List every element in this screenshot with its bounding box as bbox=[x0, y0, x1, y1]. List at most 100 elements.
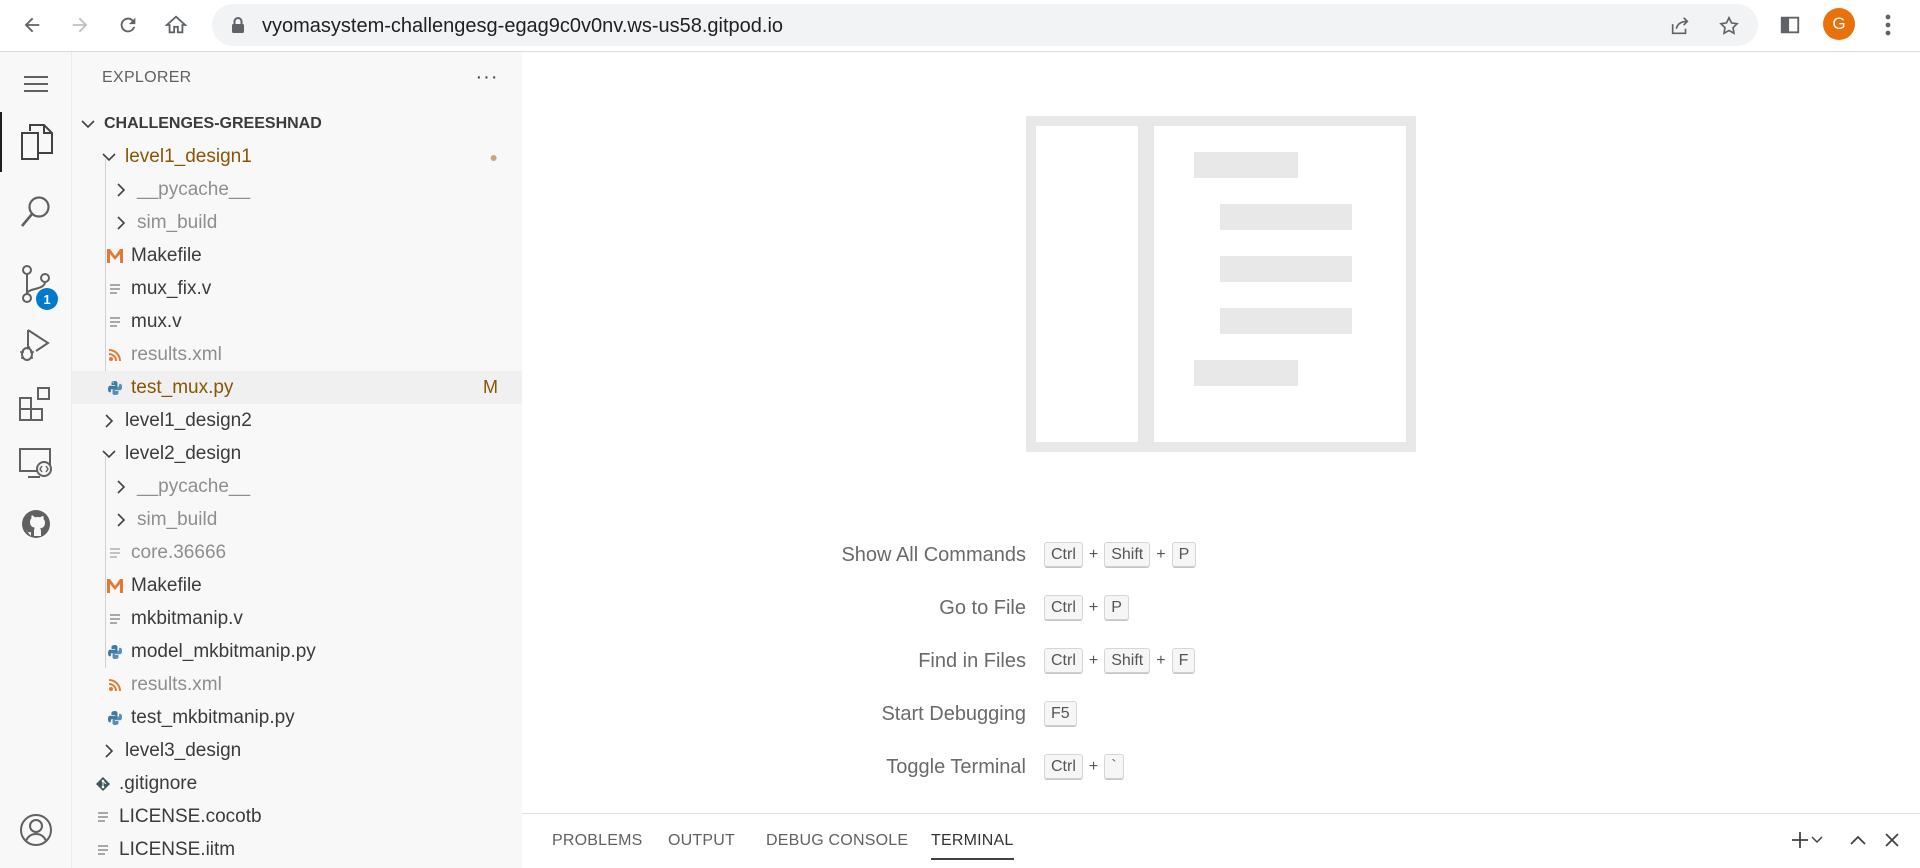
search-icon[interactable] bbox=[0, 182, 72, 242]
side-panel-icon[interactable] bbox=[1774, 10, 1806, 40]
text-file-icon bbox=[105, 279, 125, 299]
keycap: ` bbox=[1104, 754, 1124, 780]
extensions-icon[interactable] bbox=[0, 374, 72, 434]
run-debug-icon[interactable] bbox=[0, 314, 72, 374]
chevron-right-icon bbox=[111, 477, 131, 497]
tree-file-mux-fix-v[interactable]: mux_fix.v bbox=[72, 272, 522, 305]
tree-folder-sim-build[interactable]: sim_build bbox=[72, 206, 522, 239]
makefile-icon bbox=[105, 246, 125, 266]
explorer-icon[interactable] bbox=[0, 112, 72, 172]
source-control-badge: 1 bbox=[36, 288, 58, 310]
python-icon bbox=[105, 642, 125, 662]
hint-show-all-commands: Show All Commands Ctrl + Shift + P bbox=[722, 540, 1822, 570]
tree-file-makefile[interactable]: Makefile bbox=[72, 239, 522, 272]
tree-file-mkbitmanip-v[interactable]: mkbitmanip.v bbox=[72, 602, 522, 635]
text-file-icon bbox=[93, 840, 113, 860]
chevron-right-icon bbox=[111, 213, 131, 233]
hint-find-in-files: Find in Files Ctrl + Shift + F bbox=[722, 646, 1822, 676]
hint-start-debugging: Start Debugging F5 bbox=[722, 699, 1822, 729]
tree-file-mux-v[interactable]: mux.v bbox=[72, 305, 522, 338]
keycap: F bbox=[1171, 648, 1196, 674]
modified-badge: M bbox=[483, 377, 498, 397]
tree-folder-pycache[interactable]: __pycache__ bbox=[72, 470, 522, 503]
profile-avatar[interactable]: G bbox=[1823, 8, 1855, 40]
url-text: vyomasystem-challengesg-egag9c0v0nv.ws-u… bbox=[262, 15, 784, 37]
tab-output[interactable]: OUTPUT bbox=[668, 832, 735, 850]
keycap: Shift bbox=[1104, 648, 1151, 674]
keycap: P bbox=[1104, 595, 1129, 621]
bookmark-star-icon[interactable] bbox=[1716, 13, 1742, 39]
tree-file-gitignore[interactable]: .gitignore bbox=[72, 767, 522, 800]
chevron-right-icon bbox=[111, 180, 131, 200]
chevron-down-icon bbox=[78, 114, 98, 134]
tree-file-model-mkbitmanip-py[interactable]: model_mkbitmanip.py bbox=[72, 635, 522, 668]
rss-icon bbox=[105, 675, 125, 695]
chevron-right-icon bbox=[111, 510, 131, 530]
keycap: F5 bbox=[1044, 701, 1077, 727]
python-icon bbox=[105, 378, 125, 398]
keycap: Shift bbox=[1104, 542, 1151, 568]
text-file-icon bbox=[105, 543, 125, 563]
tree-file-results-xml[interactable]: results.xml bbox=[72, 338, 522, 371]
keycap: Ctrl bbox=[1044, 542, 1083, 568]
tree-file-test-mux-py[interactable]: test_mux.py M bbox=[72, 371, 522, 404]
tab-terminal[interactable]: TERMINAL bbox=[931, 832, 1014, 860]
activity-bar: 1 bbox=[0, 52, 72, 868]
forward-icon[interactable] bbox=[64, 10, 96, 40]
tab-problems[interactable]: PROBLEMS bbox=[552, 832, 643, 850]
hint-toggle-terminal: Toggle Terminal Ctrl + ` bbox=[722, 752, 1822, 782]
text-file-icon bbox=[105, 609, 125, 629]
chevron-right-icon bbox=[99, 411, 119, 431]
makefile-icon bbox=[105, 576, 125, 596]
tree-folder-level1-design2[interactable]: level1_design2 bbox=[72, 404, 522, 437]
tree-file-core[interactable]: core.36666 bbox=[72, 536, 522, 569]
lock-icon bbox=[230, 16, 246, 39]
chevron-right-icon bbox=[99, 741, 119, 761]
tree-folder-level2-design[interactable]: level2_design bbox=[72, 437, 522, 470]
chevron-down-icon[interactable] bbox=[1810, 828, 1824, 852]
remote-explorer-icon[interactable] bbox=[0, 434, 72, 494]
keycap: Ctrl bbox=[1044, 595, 1083, 621]
workspace-root[interactable]: CHALLENGES-GREESHNAD bbox=[72, 107, 522, 140]
tree-folder-level1-design1[interactable]: level1_design1 ● bbox=[72, 140, 522, 173]
tree-folder-level3-design[interactable]: level3_design bbox=[72, 734, 522, 767]
keycap: P bbox=[1171, 542, 1197, 568]
address-bar[interactable]: vyomasystem-challengesg-egag9c0v0nv.ws-u… bbox=[212, 4, 1758, 46]
more-actions-icon[interactable]: ··· bbox=[472, 66, 502, 90]
close-icon[interactable] bbox=[1880, 828, 1904, 852]
chevron-down-icon bbox=[99, 147, 119, 167]
home-icon[interactable] bbox=[160, 10, 192, 40]
tab-debug-console[interactable]: DEBUG CONSOLE bbox=[766, 832, 908, 850]
github-icon[interactable] bbox=[0, 494, 72, 554]
bottom-panel: PROBLEMS OUTPUT DEBUG CONSOLE TERMINAL bbox=[522, 813, 1920, 868]
rss-icon bbox=[105, 345, 125, 365]
git-icon bbox=[93, 774, 113, 794]
text-file-icon bbox=[105, 312, 125, 332]
keycap: Ctrl bbox=[1044, 754, 1083, 780]
explorer-sidebar: EXPLORER ··· CHALLENGES-GREESHNAD level1… bbox=[72, 52, 522, 868]
editor-watermark-logo bbox=[1026, 116, 1416, 452]
tree-folder-sim-build[interactable]: sim_build bbox=[72, 503, 522, 536]
chevron-down-icon bbox=[99, 444, 119, 464]
tree-folder-pycache[interactable]: __pycache__ bbox=[72, 173, 522, 206]
new-terminal-icon[interactable] bbox=[1788, 828, 1812, 852]
accounts-icon[interactable] bbox=[0, 800, 72, 860]
tree-file-results-xml[interactable]: results.xml bbox=[72, 668, 522, 701]
browser-menu-icon[interactable] bbox=[1872, 10, 1904, 40]
python-icon bbox=[105, 708, 125, 728]
back-icon[interactable] bbox=[16, 10, 48, 40]
maximize-panel-icon[interactable] bbox=[1846, 828, 1870, 852]
menu-icon[interactable] bbox=[0, 54, 72, 114]
tree-file-makefile[interactable]: Makefile bbox=[72, 569, 522, 602]
text-file-icon bbox=[93, 807, 113, 827]
source-control-icon[interactable]: 1 bbox=[0, 254, 72, 314]
share-icon[interactable] bbox=[1667, 13, 1693, 39]
keycap: Ctrl bbox=[1044, 648, 1083, 674]
reload-icon[interactable] bbox=[112, 10, 144, 40]
browser-toolbar: vyomasystem-challengesg-egag9c0v0nv.ws-u… bbox=[0, 0, 1920, 52]
editor-area: Show All Commands Ctrl + Shift + P Go to F… bbox=[522, 52, 1920, 813]
hint-go-to-file: Go to File Ctrl + P bbox=[722, 593, 1822, 623]
tree-file-license-iitm[interactable]: LICENSE.iitm bbox=[72, 833, 522, 866]
tree-file-test-mkbitmanip-py[interactable]: test_mkbitmanip.py bbox=[72, 701, 522, 734]
tree-file-license-cocotb[interactable]: LICENSE.cocotb bbox=[72, 800, 522, 833]
